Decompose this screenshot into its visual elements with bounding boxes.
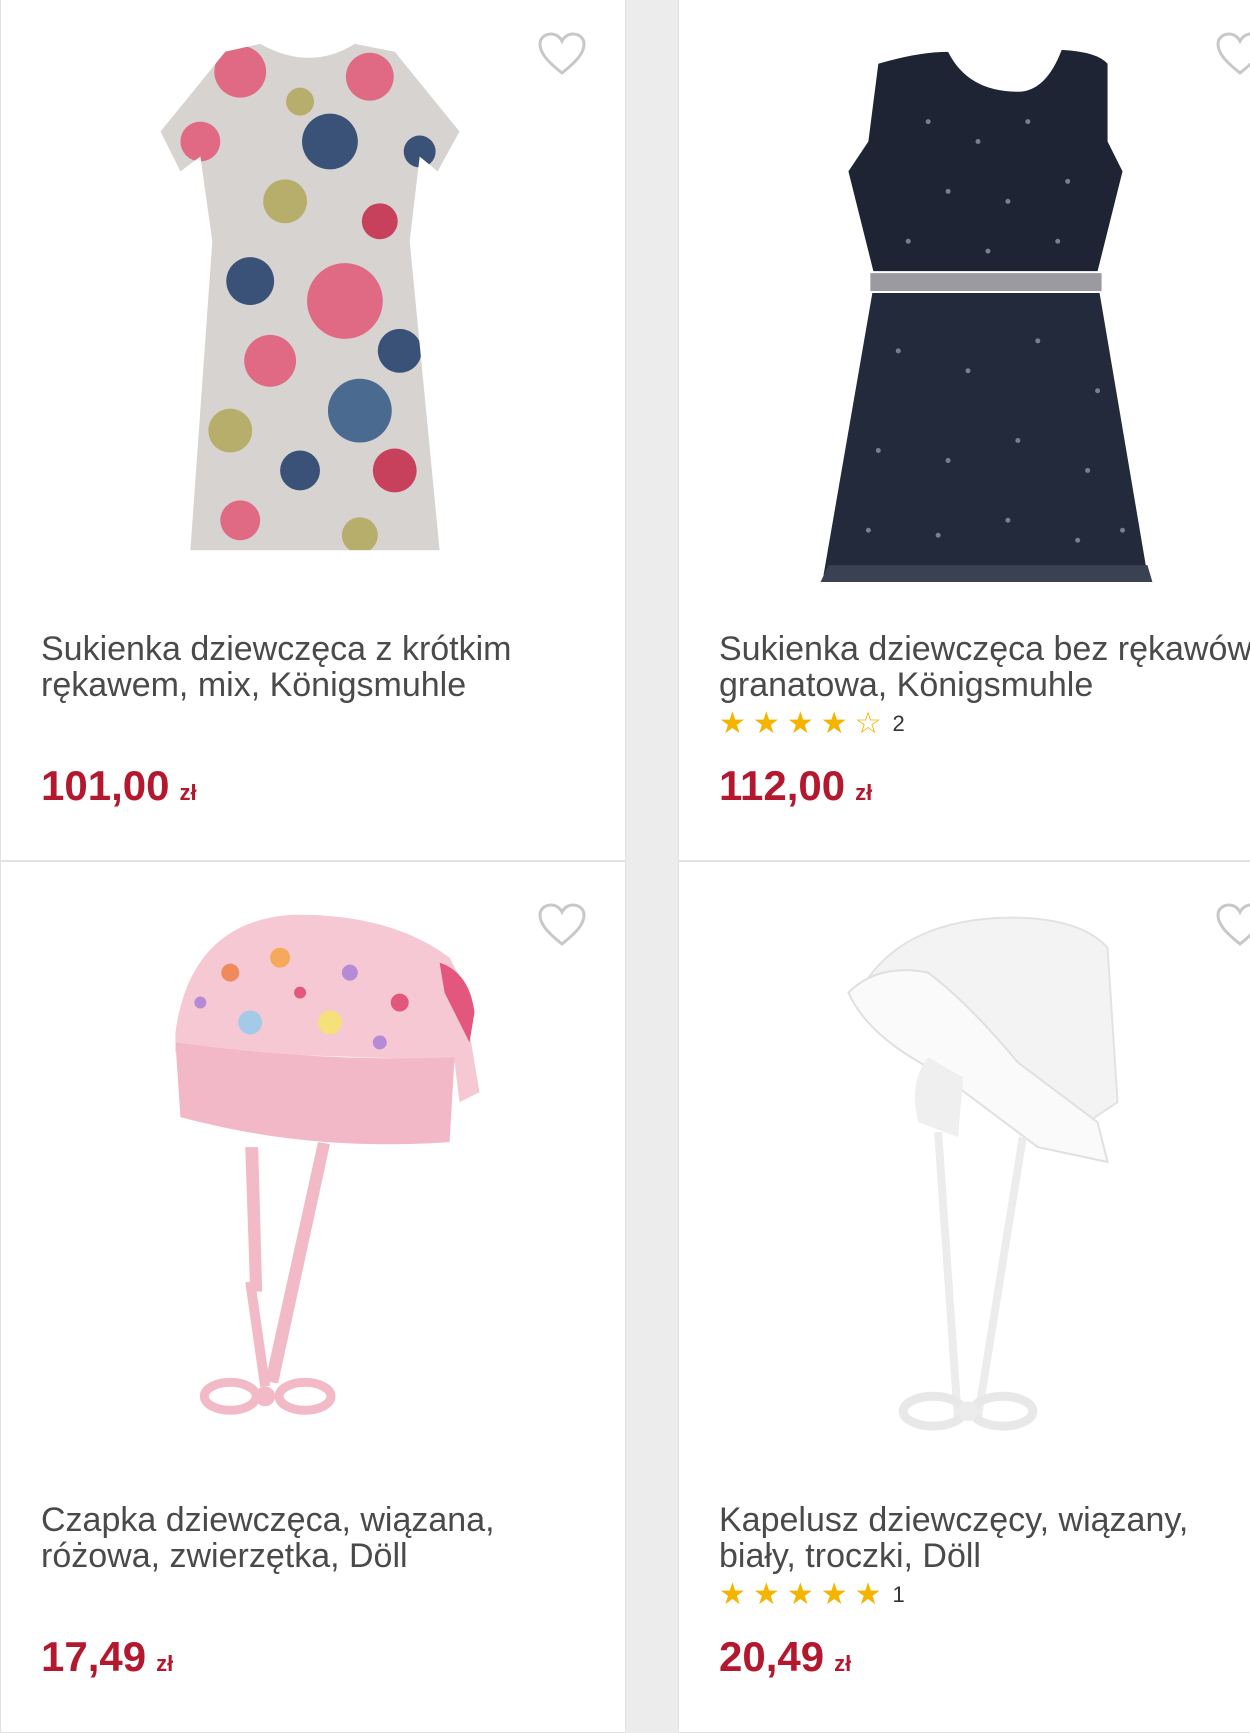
product-title[interactable]: Kapelusz dziewczęcy, wiązany, biały, tro… <box>719 1502 1250 1574</box>
product-title[interactable]: Sukienka dziewczęca z krótkim rękawem, m… <box>41 631 601 703</box>
product-title-line1: Czapka dziewczęca, wiązana, <box>41 1501 495 1539</box>
product-rating: ★ ★ ★ ★ ☆ 2 <box>719 707 905 741</box>
product-title-line2: biały, troczki, Döll <box>719 1537 981 1575</box>
favorite-heart-icon[interactable] <box>1215 31 1250 77</box>
star-filled-icon: ★ <box>820 1578 848 1611</box>
product-price: 17,49 zł <box>41 1632 173 1689</box>
product-title-line1: Kapelusz dziewczęcy, wiązany, <box>719 1501 1189 1539</box>
product-title[interactable]: Czapka dziewczęca, wiązana, różowa, zwie… <box>41 1502 601 1574</box>
rating-count: 1 <box>892 1582 905 1607</box>
star-filled-icon: ★ <box>820 707 848 740</box>
favorite-heart-icon[interactable] <box>1215 902 1250 948</box>
price-value: 17,49 <box>41 1633 147 1680</box>
product-title-line2: rękawem, mix, Königsmuhle <box>41 666 467 704</box>
product-rating: ★ ★ ★ ★ ★ 1 <box>719 1578 905 1612</box>
favorite-heart-icon[interactable] <box>537 31 587 77</box>
product-card[interactable]: Sukienka dziewczęca z krótkim rękawem, m… <box>0 0 626 861</box>
product-image-floral-dress[interactable] <box>1 0 625 611</box>
rating-count: 2 <box>892 711 905 736</box>
product-title-line1: Sukienka dziewczęca bez rękawów, <box>719 630 1250 668</box>
product-price: 20,49 zł <box>719 1632 851 1689</box>
product-card[interactable]: Sukienka dziewczęca bez rękawów, granato… <box>678 0 1250 861</box>
star-filled-icon: ★ <box>786 1578 814 1611</box>
star-filled-icon: ★ <box>752 1578 780 1611</box>
product-price: 101,00 zł <box>41 761 197 818</box>
product-title-line1: Sukienka dziewczęca z krótkim <box>41 630 512 668</box>
price-currency: zł <box>855 780 873 805</box>
star-filled-icon: ★ <box>752 707 780 740</box>
favorite-heart-icon[interactable] <box>537 902 587 948</box>
product-image-pink-cap[interactable] <box>1 862 625 1482</box>
product-image-white-hat[interactable] <box>679 862 1250 1482</box>
price-currency: zł <box>179 780 197 805</box>
product-title-line2: różowa, zwierzętka, Döll <box>41 1537 408 1575</box>
product-title[interactable]: Sukienka dziewczęca bez rękawów, granato… <box>719 631 1250 703</box>
star-filled-icon: ★ <box>854 1578 882 1611</box>
product-price: 112,00 zł <box>719 761 872 818</box>
product-grid: Sukienka dziewczęca z krótkim rękawem, m… <box>0 0 1250 1733</box>
price-value: 101,00 <box>41 762 170 809</box>
price-currency: zł <box>156 1651 174 1676</box>
star-filled-icon: ★ <box>786 707 814 740</box>
star-outline-icon: ☆ <box>854 707 882 740</box>
price-value: 112,00 <box>719 762 846 809</box>
product-title-line2: granatowa, Königsmuhle <box>719 666 1094 704</box>
star-filled-icon: ★ <box>719 707 746 740</box>
price-currency: zł <box>834 1651 852 1676</box>
product-image-navy-dress[interactable] <box>679 0 1250 611</box>
price-value: 20,49 <box>719 1633 825 1680</box>
product-card[interactable]: Kapelusz dziewczęcy, wiązany, biały, tro… <box>678 861 1250 1733</box>
star-filled-icon: ★ <box>719 1578 746 1611</box>
product-card[interactable]: Czapka dziewczęca, wiązana, różowa, zwie… <box>0 861 626 1733</box>
